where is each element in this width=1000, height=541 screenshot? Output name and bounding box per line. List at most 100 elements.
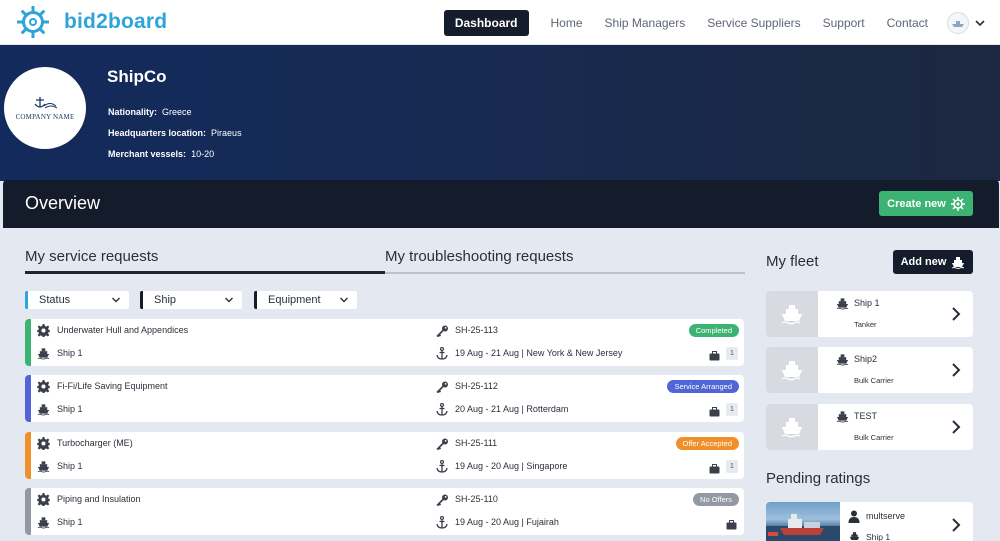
overview-bar: Overview Create new [3,180,999,228]
company-header: COMPANY NAME ShipCo Nationality: Greece … [0,45,1000,181]
fleet-ship-card[interactable]: Ship 1 Tanker [766,291,973,337]
anchor-icon [436,459,448,473]
request-card[interactable]: Underwater Hull and Appendices Ship 1 SH-2… [25,319,744,366]
request-ship: Ship 1 [57,348,83,358]
nationality-label: Nationality: [108,107,158,117]
key-icon [436,381,448,394]
vessels-value: 10-20 [191,149,215,159]
status-stripe [25,375,31,422]
status-stripe [25,488,31,535]
fleet-ship-card[interactable]: Ship2 Bulk Carrier [766,347,973,393]
tab-troubleshooting-requests[interactable]: My troubleshooting requests [385,248,573,265]
ship-icon [836,298,849,310]
chevron-right-icon [952,307,961,321]
user-menu[interactable] [947,11,986,34]
nav-dashboard[interactable]: Dashboard [443,9,529,36]
gear-icon [37,493,50,506]
ship-placeholder-icon [781,361,802,381]
chevron-down-icon [225,297,233,303]
request-ship: Ship 1 [57,517,83,527]
request-code: SH-25-113 [455,325,498,335]
status-badge: No Offers [693,493,739,506]
status-badge: Service Arranged [667,380,739,393]
ship-icon [37,517,50,529]
nav-ship-managers[interactable]: Ship Managers [605,16,686,30]
gear-icon [37,437,50,450]
ship-icon [37,461,50,473]
equipment-filter-label: Equipment [268,294,321,306]
nav-home[interactable]: Home [551,16,583,30]
chevron-down-icon [975,19,985,26]
ship-icon [836,354,849,366]
company-hq: Headquarters location: Piraeus [108,128,242,138]
tab-service-requests[interactable]: My service requests [25,248,158,265]
add-ship-button[interactable]: Add new [893,250,973,274]
request-ship: Ship 1 [57,461,83,471]
vessels-label: Merchant vessels: [108,149,187,159]
pending-rating-card[interactable]: multserve Ship 1 [766,502,973,541]
request-code: SH-25-112 [455,381,498,391]
key-icon [436,325,448,338]
ship-icon [836,411,849,423]
company-nationality: Nationality: Greece [108,107,192,117]
briefcase-icon [709,351,720,361]
status-filter[interactable]: Status [25,291,129,309]
pending-ratings-title: Pending ratings [766,470,871,487]
briefcase-icon [709,464,720,474]
request-card[interactable]: Fi-Fi/Life Saving Equipment Ship 1 SH-25-1… [25,375,744,422]
avatar [947,11,969,34]
chevron-right-icon [952,420,961,434]
fleet-ship-name: Ship 1 [854,298,880,308]
fleet-ship-type: Bulk Carrier [854,433,894,442]
create-new-button[interactable]: Create new [879,191,973,216]
request-code: SH-25-110 [455,494,498,504]
tab-divider [385,272,745,274]
anchor-icon [436,515,448,529]
ship-thumbnail [766,347,818,393]
fleet-title: My fleet [766,253,819,270]
request-card[interactable]: Turbocharger (ME) Ship 1 SH-25-111 19 Aug -… [25,432,744,479]
user-icon [848,510,860,523]
add-ship-label: Add new [900,256,947,268]
ship-icon [849,532,860,541]
status-filter-label: Status [39,294,71,306]
ship-icon [952,256,965,269]
ship-photo [766,502,840,541]
equipment-filter[interactable]: Equipment [254,291,357,309]
fleet-ship-type: Tanker [854,320,877,329]
company-name: ShipCo [107,67,167,86]
request-details: 20 Aug - 21 Aug | Rotterdam [455,404,569,414]
ship-photo-image [766,514,840,541]
status-badge: Offer Accepted [675,437,739,450]
ship-placeholder-icon [781,305,802,325]
gear-icon [37,380,50,393]
status-stripe [25,432,31,479]
brand-logo[interactable]: bid2board [16,5,167,39]
ship-wheel-logo-icon [17,6,49,38]
briefcase-icon [726,520,737,530]
rating-ship-name: Ship 1 [866,532,891,541]
chevron-down-icon [112,297,120,303]
rating-supplier-name: multserve [866,511,906,521]
offer-count: 1 [726,347,738,360]
nav-contact[interactable]: Contact [887,16,928,30]
company-logo: COMPANY NAME [4,67,86,149]
request-card[interactable]: Piping and Insulation Ship 1 SH-25-110 19 A… [25,488,744,535]
request-details: 19 Aug - 20 Aug | Singapore [455,461,568,471]
ship-icon [37,404,50,416]
nav-service-suppliers[interactable]: Service Suppliers [707,16,800,30]
fleet-ship-card[interactable]: TEST Bulk Carrier [766,404,973,450]
anchor-logo-icon [34,97,58,109]
ship-avatar-icon [952,20,964,27]
briefcase-icon [709,407,720,417]
hq-value: Piraeus [211,128,242,138]
anchor-icon [436,346,448,360]
key-icon [436,494,448,507]
chevron-down-icon [340,297,348,303]
nav-support[interactable]: Support [823,16,865,30]
offer-count: 1 [726,460,738,473]
gear-icon [37,324,50,337]
ship-filter[interactable]: Ship [140,291,242,309]
chevron-right-icon [952,363,961,377]
request-details: 19 Aug - 21 Aug | New York & New Jersey [455,348,623,358]
